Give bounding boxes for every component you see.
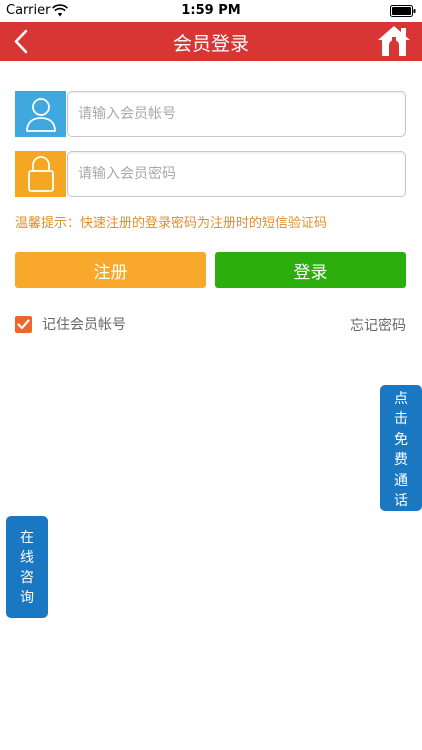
vertical-label-char: 免	[394, 431, 408, 448]
vertical-label-char: 话	[394, 493, 408, 510]
password-field[interactable]	[67, 151, 406, 197]
lock-icon	[27, 156, 54, 192]
free-call-button[interactable]: 点击免费通话	[380, 385, 422, 511]
vertical-label-char: 点	[394, 391, 408, 407]
back-button[interactable]	[8, 26, 36, 57]
status-time: 1:59 PM	[181, 3, 241, 18]
user-icon	[25, 98, 56, 132]
online-consult-label: 在线咨询	[6, 528, 48, 608]
vertical-label-char: 通	[394, 472, 408, 489]
vertical-label-char: 击	[394, 411, 408, 428]
checkmark-icon	[17, 318, 30, 329]
vertical-label-char: 费	[394, 452, 408, 469]
page-title: 会员登录	[172, 33, 249, 55]
password-row	[15, 151, 406, 197]
battery-icon	[390, 5, 416, 17]
chevron-left-icon	[14, 29, 28, 54]
nav-bar: 会员登录	[0, 22, 422, 61]
vertical-label-char: 咨	[20, 570, 34, 586]
user-icon-box	[15, 91, 66, 137]
login-tip: 温馨提示：快速注册的登录密码为注册时的短信验证码	[15, 216, 328, 231]
remember-label: 记住会员帐号	[42, 317, 126, 333]
username-row	[15, 91, 406, 137]
free-call-label: 点击免费通话	[380, 389, 422, 511]
home-icon	[378, 26, 410, 56]
register-button[interactable]: 注册	[15, 252, 206, 288]
remember-checkbox[interactable]	[15, 315, 32, 333]
online-consult-button[interactable]: 在线咨询	[6, 516, 48, 618]
lock-icon-box	[15, 151, 66, 197]
login-button[interactable]: 登录	[215, 252, 406, 288]
username-field[interactable]	[67, 91, 406, 137]
vertical-label-char: 询	[20, 590, 34, 606]
remember-account-option[interactable]: 记住会员帐号	[15, 315, 126, 333]
forgot-password-link[interactable]: 忘记密码	[350, 315, 406, 335]
status-bar: Carrier 1:59 PM	[0, 0, 422, 22]
vertical-label-char: 在	[20, 530, 34, 546]
vertical-label-char: 线	[20, 550, 34, 566]
home-button[interactable]	[376, 24, 412, 58]
